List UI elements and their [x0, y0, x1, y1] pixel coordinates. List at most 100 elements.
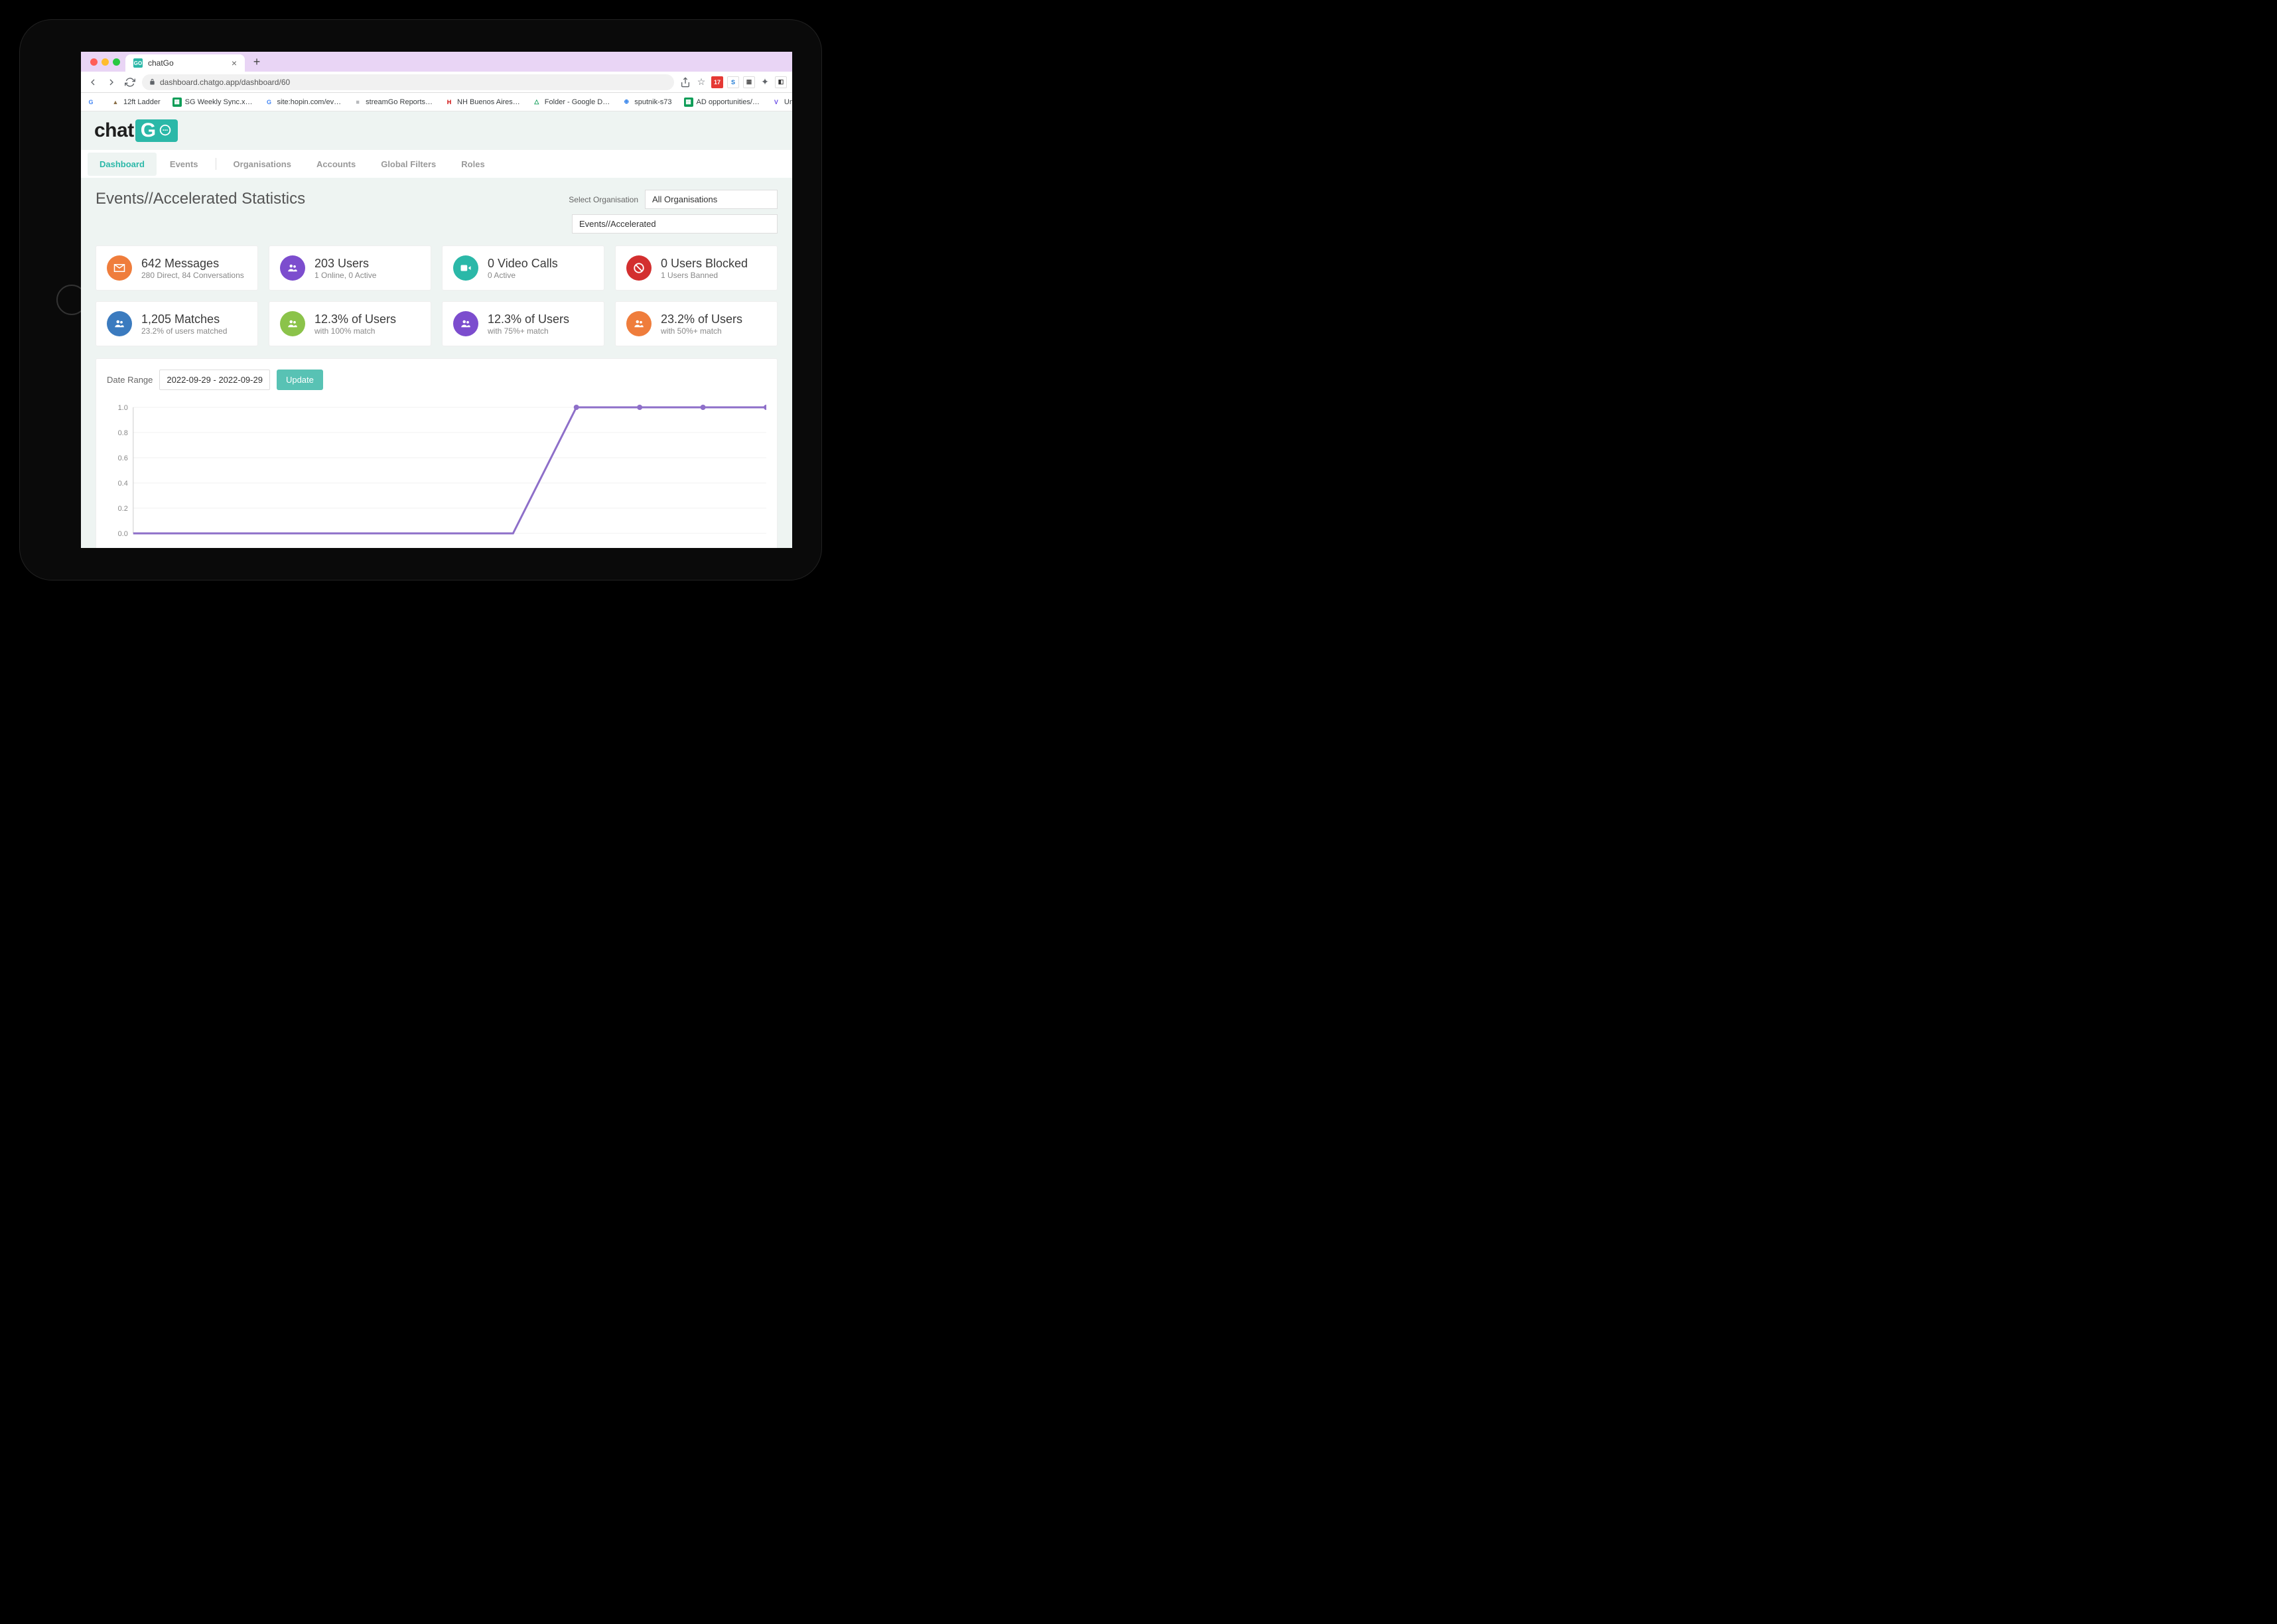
extension-icon-2[interactable]: S [727, 76, 739, 88]
event-select[interactable]: Events//Accelerated [572, 214, 778, 234]
stat-text: 12.3% of Users with 100% match [314, 312, 396, 336]
org-select[interactable]: All Organisations [645, 190, 778, 209]
nav-tab-global-filters[interactable]: Global Filters [369, 153, 448, 176]
bookmark-star-icon[interactable]: ☆ [695, 76, 707, 88]
bookmark-label: sputnik-s73 [634, 98, 671, 106]
extension-icon-1[interactable]: 17 [711, 76, 723, 88]
stat-text: 23.2% of Users with 50%+ match [661, 312, 742, 336]
bookmark-item[interactable]: Gsite:hopin.com/ev… [265, 98, 342, 107]
bookmark-favicon: △ [532, 98, 541, 107]
stat-card: 12.3% of Users with 75%+ match [442, 301, 604, 346]
stat-subtitle: with 100% match [314, 326, 396, 336]
stat-title: 12.3% of Users [488, 312, 569, 326]
extension-icon-3[interactable]: ▦ [743, 76, 755, 88]
url-text: dashboard.chatgo.app/dashboard/60 [160, 78, 290, 87]
bookmark-item[interactable]: G [86, 98, 99, 107]
app-nav: DashboardEvents OrganisationsAccountsGlob… [81, 150, 792, 178]
stat-card: 0 Users Blocked 1 Users Banned [615, 245, 778, 291]
stat-subtitle: with 50%+ match [661, 326, 742, 336]
app-header: chat G [81, 111, 792, 150]
tab-favicon: GO [133, 58, 143, 68]
stat-grid: 642 Messages 280 Direct, 84 Conversation… [96, 245, 778, 346]
envelope-icon [107, 255, 132, 281]
tab-close-icon[interactable]: × [232, 58, 237, 68]
forward-button[interactable] [105, 76, 118, 89]
stat-title: 0 Users Blocked [661, 257, 748, 271]
screen: GO chatGo × + dashboard.chatgo.app/dashb… [81, 52, 792, 548]
stat-text: 203 Users 1 Online, 0 Active [314, 257, 376, 280]
app-logo: chat G [94, 119, 779, 142]
users-icon [280, 255, 305, 281]
bookmark-item[interactable]: ⊕sputnik-s73 [622, 98, 671, 107]
bookmark-item[interactable]: HNH Buenos Aires… [445, 98, 520, 107]
bookmark-item[interactable]: VUntitled Venn Dia… [772, 98, 792, 107]
bookmark-favicon: ⊕ [622, 98, 631, 107]
address-bar[interactable]: dashboard.chatgo.app/dashboard/60 [142, 74, 674, 90]
browser-tab-bar: GO chatGo × + [81, 52, 792, 72]
toolbar-actions: ☆ 17 S ▦ ✦ ◧ [679, 76, 787, 88]
org-filters: Select Organisation All Organisations Ev… [569, 190, 778, 234]
stat-text: 642 Messages 280 Direct, 84 Conversation… [141, 257, 244, 280]
block-icon [626, 255, 652, 281]
stat-title: 642 Messages [141, 257, 244, 271]
svg-text:0.8: 0.8 [118, 429, 128, 437]
chat-bubble-icon [158, 123, 172, 138]
chart-controls: Date Range 2022-09-29 - 2022-09-29 Updat… [107, 370, 766, 390]
bookmark-item[interactable]: △Folder - Google D… [532, 98, 610, 107]
date-range-input[interactable]: 2022-09-29 - 2022-09-29 [159, 370, 270, 390]
bookmark-item[interactable]: ≡ streamGo Reports… [353, 98, 433, 107]
extension-icon-4[interactable]: ◧ [775, 76, 787, 88]
back-button[interactable] [86, 76, 100, 89]
users-icon [626, 311, 652, 336]
svg-text:0.6: 0.6 [118, 454, 128, 462]
bookmark-favicon: ≡ [353, 98, 362, 107]
nav-tab-organisations[interactable]: Organisations [222, 153, 303, 176]
window-close[interactable] [90, 58, 98, 66]
stat-subtitle: 23.2% of users matched [141, 326, 227, 336]
org-select-label: Select Organisation [569, 195, 638, 204]
nav-tab-accounts[interactable]: Accounts [305, 153, 368, 176]
date-range-label: Date Range [107, 375, 153, 385]
bookmark-label: Untitled Venn Dia… [784, 98, 792, 106]
nav-tab-events[interactable]: Events [158, 153, 210, 176]
bookmark-item[interactable]: ▦SG Weekly Sync.x… [172, 98, 253, 107]
window-maximize[interactable] [113, 58, 120, 66]
stat-card: 0 Video Calls 0 Active [442, 245, 604, 291]
update-button[interactable]: Update [277, 370, 323, 390]
svg-text:1.0: 1.0 [118, 404, 128, 412]
bookmark-favicon: H [445, 98, 454, 107]
new-tab-button[interactable]: + [249, 54, 265, 70]
bookmark-favicon: G [265, 98, 274, 107]
browser-toolbar: dashboard.chatgo.app/dashboard/60 ☆ 17 S… [81, 72, 792, 93]
lock-icon [149, 78, 156, 86]
stat-text: 0 Video Calls 0 Active [488, 257, 558, 280]
stat-text: 12.3% of Users with 75%+ match [488, 312, 569, 336]
extensions-puzzle-icon[interactable]: ✦ [759, 76, 771, 88]
stat-card: 23.2% of Users with 50%+ match [615, 301, 778, 346]
reload-button[interactable] [123, 76, 137, 89]
browser-tab[interactable]: GO chatGo × [125, 54, 245, 72]
bookmark-item[interactable]: ▦AD opportunities/… [684, 98, 760, 107]
stat-title: 0 Video Calls [488, 257, 558, 271]
bookmark-label: streamGo Reports… [366, 98, 433, 106]
stat-card: 12.3% of Users with 100% match [269, 301, 431, 346]
stat-title: 203 Users [314, 257, 376, 271]
page-body: Events//Accelerated Statistics Select Or… [81, 178, 792, 548]
share-icon[interactable] [679, 76, 691, 88]
tablet-frame: GO chatGo × + dashboard.chatgo.app/dashb… [20, 20, 821, 580]
nav-tab-roles[interactable]: Roles [449, 153, 496, 176]
stat-subtitle: with 75%+ match [488, 326, 569, 336]
stat-subtitle: 1 Online, 0 Active [314, 271, 376, 280]
nav-tab-dashboard[interactable]: Dashboard [88, 153, 157, 176]
stat-subtitle: 1 Users Banned [661, 271, 748, 280]
window-minimize[interactable] [102, 58, 109, 66]
chart-area: 0.00.20.40.60.81.0 [107, 401, 766, 540]
stat-title: 23.2% of Users [661, 312, 742, 326]
users-icon [453, 311, 478, 336]
tab-title: chatGo [148, 58, 174, 68]
stat-card: 1,205 Matches 23.2% of users matched [96, 301, 258, 346]
app-content: chat G DashboardEvents OrganisationsAccou… [81, 111, 792, 548]
bookmark-label: site:hopin.com/ev… [277, 98, 342, 106]
bookmark-favicon: G [86, 98, 96, 107]
bookmark-item[interactable]: ▲12ft Ladder [111, 98, 161, 107]
